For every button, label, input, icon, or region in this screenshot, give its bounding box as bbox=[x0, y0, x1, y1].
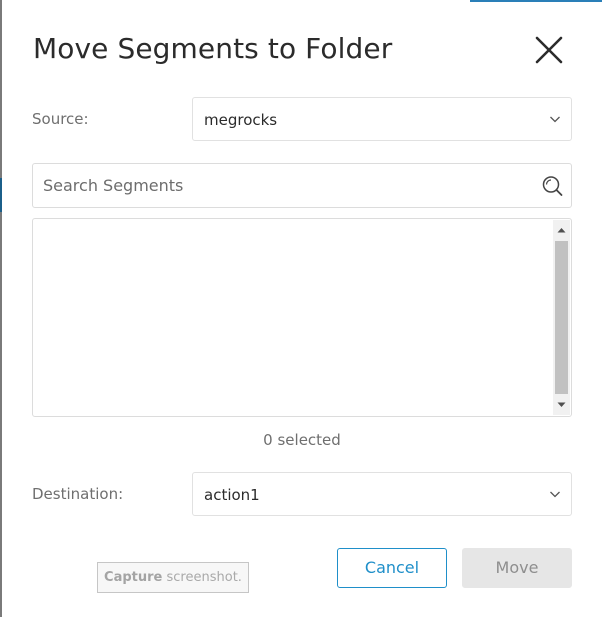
close-x-icon bbox=[535, 36, 563, 64]
destination-label: Destination: bbox=[32, 485, 124, 503]
capture-rest-text: screenshot. bbox=[166, 570, 242, 585]
search-input[interactable] bbox=[33, 164, 523, 207]
selected-count: 0 selected bbox=[263, 431, 341, 449]
search-field bbox=[32, 163, 572, 208]
list-scrollbar[interactable] bbox=[553, 220, 570, 415]
search-icon[interactable] bbox=[541, 175, 563, 197]
scroll-thumb[interactable] bbox=[555, 241, 568, 394]
destination-select-value: action1 bbox=[204, 486, 260, 504]
scroll-down-arrow-icon[interactable] bbox=[553, 396, 570, 413]
source-select[interactable]: megrocks bbox=[192, 97, 572, 141]
page: Move Segments to Folder Source: megrocks bbox=[0, 0, 602, 617]
capture-strong-text: Capture bbox=[104, 570, 163, 585]
move-button[interactable]: Move bbox=[462, 548, 572, 588]
source-label: Source: bbox=[32, 110, 89, 128]
segment-list[interactable] bbox=[32, 218, 572, 417]
chevron-down-icon bbox=[550, 491, 560, 498]
source-select-value: megrocks bbox=[204, 111, 278, 129]
close-button[interactable] bbox=[532, 33, 566, 67]
cancel-button[interactable]: Cancel bbox=[337, 548, 447, 588]
destination-select[interactable]: action1 bbox=[192, 472, 572, 516]
capture-screenshot-badge[interactable]: Capture screenshot. bbox=[97, 562, 249, 593]
move-segments-dialog: Move Segments to Folder Source: megrocks bbox=[2, 2, 602, 617]
chevron-down-icon bbox=[550, 116, 560, 123]
dialog-title: Move Segments to Folder bbox=[33, 32, 393, 65]
scroll-up-arrow-icon[interactable] bbox=[553, 222, 570, 239]
